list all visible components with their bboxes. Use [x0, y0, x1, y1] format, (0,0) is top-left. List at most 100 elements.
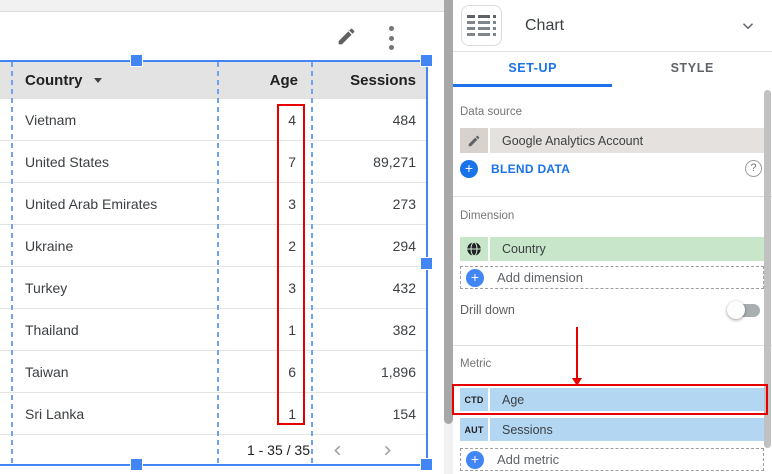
report-canvas: Country Age Sessions Vietnam 4 484 Unite… — [0, 0, 444, 474]
table-header-age[interactable]: Age — [218, 72, 312, 89]
resize-handle-top-right[interactable] — [420, 54, 433, 67]
table-row: Taiwan 6 1,896 — [0, 351, 428, 393]
metric-chip-label: Sessions — [490, 418, 764, 441]
cell-age: 6 — [288, 363, 296, 380]
add-metric-label: Add metric — [497, 452, 560, 467]
metric-chip-age[interactable]: CTD Age — [460, 388, 764, 411]
table-row: Vietnam 4 484 — [0, 99, 428, 141]
looker-studio-editor: Country Age Sessions Vietnam 4 484 Unite… — [0, 0, 772, 474]
kebab-dot — [388, 35, 394, 41]
data-source-label: Data source — [460, 106, 523, 118]
cell-sessions: 294 — [392, 237, 416, 254]
panel-scrollbar-thumb[interactable] — [764, 90, 771, 448]
panel-tabs: SET-UP STYLE — [453, 53, 772, 87]
chevron-down-icon[interactable] — [739, 17, 757, 35]
canvas-scrollbar-thumb[interactable] — [444, 0, 453, 424]
table-row: United Arab Emirates 3 273 — [0, 183, 428, 225]
cell-country: Sri Lanka — [25, 405, 85, 422]
pagination-next-icon[interactable] — [362, 442, 412, 459]
dimension-chip-country[interactable]: Country — [460, 237, 764, 261]
table-chart-icon — [467, 15, 496, 36]
cell-sessions: 89,271 — [373, 153, 416, 170]
cell-sessions: 154 — [392, 405, 416, 422]
table-row: Thailand 1 382 — [0, 309, 428, 351]
metric-chip-sessions[interactable]: AUT Sessions — [460, 418, 764, 441]
cell-country: Taiwan — [25, 363, 69, 380]
cell-age: 2 — [288, 237, 296, 254]
table-pagination: 1 - 35 / 35 — [0, 435, 428, 465]
plus-icon: + — [466, 268, 484, 287]
more-options-kebab-icon[interactable] — [385, 26, 397, 50]
table-header-sessions[interactable]: Sessions — [312, 72, 428, 89]
cell-age: 1 — [288, 321, 296, 338]
cell-country: Vietnam — [25, 111, 77, 128]
panel-title: Chart — [525, 17, 565, 34]
panel-header: Chart — [453, 0, 772, 52]
table-row: Turkey 3 432 — [0, 267, 428, 309]
table-header-country-label: Country — [25, 72, 83, 89]
cell-country: Turkey — [25, 279, 68, 296]
edit-pencil-icon[interactable] — [460, 128, 488, 153]
table-row: Sri Lanka 1 154 — [0, 393, 428, 435]
cell-country: Ukraine — [25, 237, 74, 254]
edit-pencil-icon[interactable] — [336, 26, 357, 47]
resize-handle-bottom-right[interactable] — [420, 458, 433, 471]
metric-aggregation-badge: AUT — [460, 418, 488, 441]
table-header-row: Country Age Sessions — [0, 62, 428, 99]
table-row: Ukraine 2 294 — [0, 225, 428, 267]
plus-icon: + — [460, 160, 478, 178]
cell-age: 3 — [288, 195, 296, 212]
metric-label: Metric — [460, 358, 492, 370]
cell-age: 3 — [288, 279, 296, 296]
cell-sessions: 1,896 — [380, 363, 416, 380]
cell-country: Thailand — [25, 321, 79, 338]
resize-handle-bottom[interactable] — [130, 458, 143, 471]
drill-down-label: Drill down — [460, 303, 515, 317]
help-icon[interactable]: ? — [745, 160, 762, 177]
resize-handle-right[interactable] — [420, 257, 433, 270]
pagination-range: 1 - 35 / 35 — [246, 442, 310, 458]
cell-sessions: 273 — [392, 195, 416, 212]
add-dimension-label: Add dimension — [497, 270, 583, 285]
cell-country: United States — [25, 153, 110, 170]
cell-sessions: 484 — [392, 111, 416, 128]
toggle-knob — [727, 301, 745, 319]
canvas-scrollbar-track[interactable] — [444, 0, 453, 474]
divider — [453, 196, 772, 197]
data-source-name: Google Analytics Account — [490, 128, 764, 153]
sort-caret-icon — [93, 78, 102, 83]
annotation-red-arrow — [576, 327, 578, 378]
table-chart[interactable]: Country Age Sessions Vietnam 4 484 Unite… — [0, 62, 428, 465]
active-tab-underline — [453, 84, 612, 87]
metric-aggregation-badge: CTD — [460, 388, 488, 411]
globe-icon — [460, 237, 488, 261]
cell-country: United Arab Emirates — [25, 195, 158, 212]
tab-setup[interactable]: SET-UP — [453, 53, 613, 87]
resize-handle-top[interactable] — [130, 54, 143, 67]
dimension-label: Dimension — [460, 210, 515, 222]
drill-down-toggle[interactable] — [727, 301, 760, 319]
table-header-country[interactable]: Country — [0, 72, 218, 89]
cell-age: 4 — [288, 111, 296, 128]
kebab-dot — [388, 26, 394, 31]
add-metric-button[interactable]: + Add metric — [460, 448, 764, 471]
chart-type-button[interactable] — [461, 5, 502, 46]
chart-properties-panel: Chart SET-UP STYLE Data source Google An… — [452, 0, 772, 474]
metric-chip-label: Age — [490, 388, 764, 411]
add-dimension-button[interactable]: + Add dimension — [460, 266, 764, 289]
kebab-dot — [388, 45, 394, 50]
dimension-chip-label: Country — [490, 237, 764, 261]
badge-label: CTD — [464, 394, 484, 405]
canvas-top-strip — [0, 0, 444, 12]
badge-label: AUT — [464, 424, 484, 435]
tab-style[interactable]: STYLE — [613, 53, 772, 87]
cell-age: 1 — [288, 405, 296, 422]
blend-data-button[interactable]: + BLEND DATA — [460, 159, 570, 179]
table-row: United States 7 89,271 — [0, 141, 428, 183]
annotation-red-arrow-head — [572, 378, 582, 386]
divider — [453, 345, 772, 346]
cell-age: 7 — [288, 153, 296, 170]
cell-sessions: 382 — [392, 321, 416, 338]
data-source-chip[interactable]: Google Analytics Account — [460, 128, 764, 153]
pagination-prev-icon[interactable] — [312, 442, 362, 459]
